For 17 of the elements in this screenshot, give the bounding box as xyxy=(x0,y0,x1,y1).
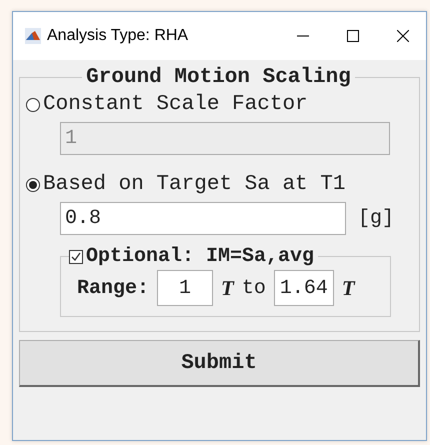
range-label: Range: xyxy=(77,276,150,300)
app-icon xyxy=(25,28,41,44)
maximize-icon xyxy=(347,30,359,42)
radio-option[interactable]: Based on Target Sa at T1 xyxy=(26,173,411,196)
range-to-field[interactable]: 1.64 xyxy=(274,270,334,306)
checkmark-icon xyxy=(70,250,82,262)
value-field[interactable]: 0.8 xyxy=(60,202,346,235)
close-icon xyxy=(397,30,409,42)
range-from-field[interactable]: 1 xyxy=(157,270,214,306)
to-label: to xyxy=(242,276,266,300)
period-symbol: T xyxy=(221,276,234,300)
window-title: Analysis Type: RHA xyxy=(47,27,190,45)
optional-checkbox[interactable]: Optional: IM=Sa,avg xyxy=(69,245,318,268)
unit-label: [g] xyxy=(358,207,394,230)
group-title: Ground Motion Scaling xyxy=(85,66,352,89)
submit-button[interactable]: Submit xyxy=(19,340,420,387)
period-symbol: T xyxy=(342,276,355,300)
